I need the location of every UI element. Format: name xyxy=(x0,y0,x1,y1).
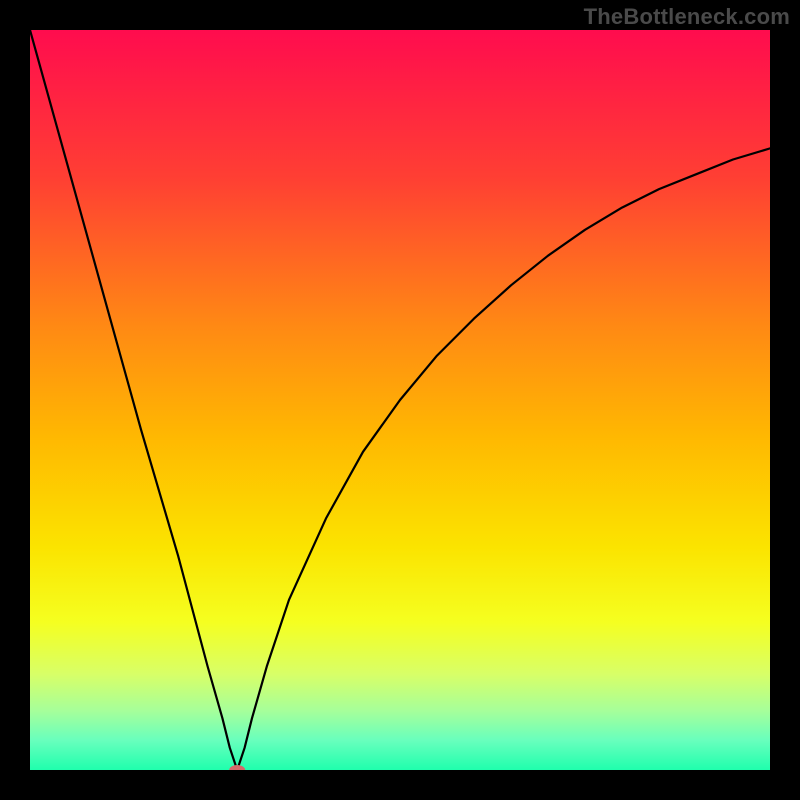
watermark-text: TheBottleneck.com xyxy=(584,4,790,30)
chart-frame: TheBottleneck.com xyxy=(0,0,800,800)
chart-plot xyxy=(30,30,770,770)
